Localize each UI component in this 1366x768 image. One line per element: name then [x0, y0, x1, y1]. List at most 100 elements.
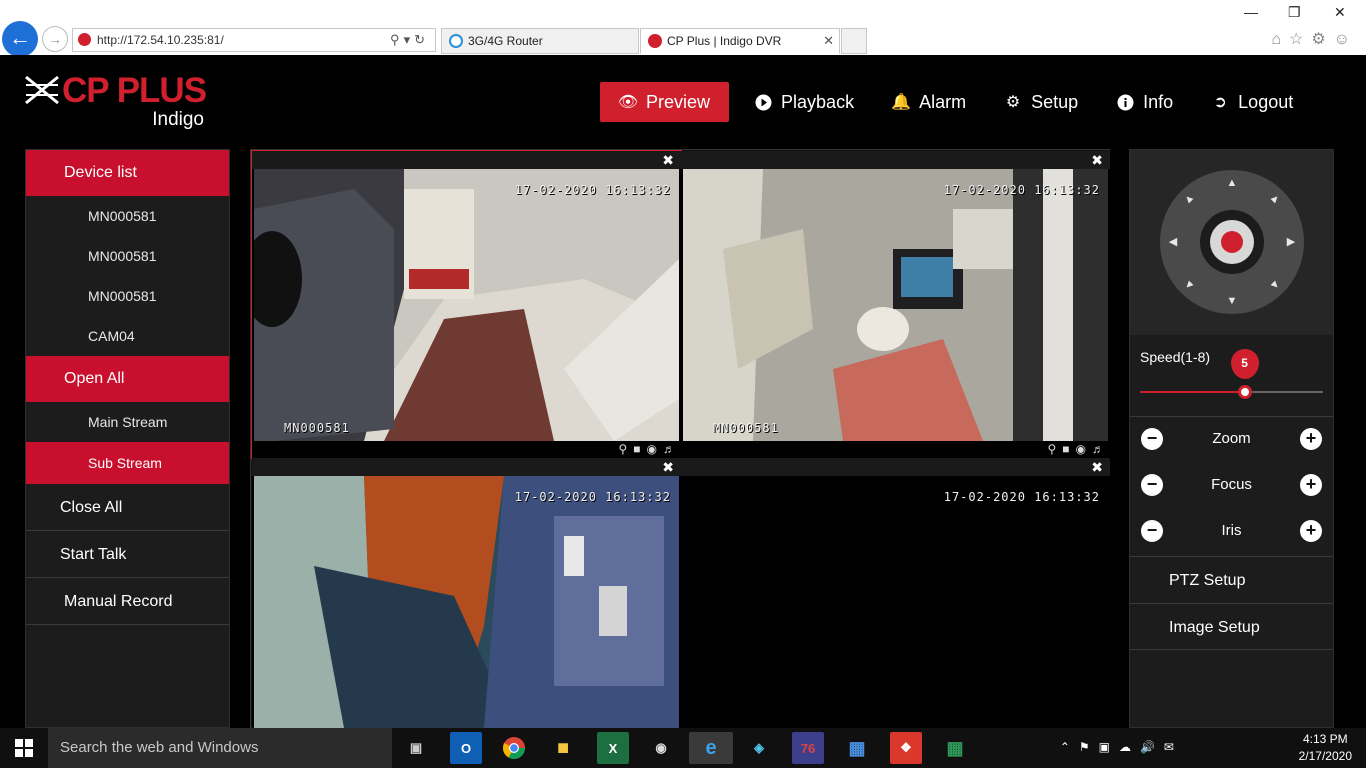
- speed-value-badge: 5: [1230, 349, 1259, 379]
- app-icon-3[interactable]: ▦: [841, 732, 873, 764]
- camera-label: MN000581: [713, 421, 779, 435]
- anydesk-icon[interactable]: ❖: [890, 732, 922, 764]
- close-all-button[interactable]: Close All: [26, 484, 229, 531]
- play-circle-icon: [754, 93, 772, 111]
- ptz-setup-button[interactable]: PTZ Setup: [1130, 556, 1333, 603]
- outlook-icon[interactable]: O: [450, 732, 482, 764]
- arrow-up-icon[interactable]: ▲: [1225, 176, 1239, 190]
- clock-date: 2/17/2020: [1298, 749, 1352, 763]
- start-button[interactable]: [0, 728, 48, 768]
- bell-icon: 🔔: [891, 94, 912, 111]
- ptz-center-core: [1210, 220, 1254, 264]
- focus-minus-button[interactable]: −: [1141, 474, 1163, 496]
- new-tab-button[interactable]: [841, 28, 867, 54]
- sub-stream-option[interactable]: Sub Stream: [26, 442, 229, 484]
- arrow-up-left-icon[interactable]: ▲: [1179, 189, 1199, 209]
- nav-logout[interactable]: ➲ Logout: [1192, 82, 1312, 122]
- site-favicon-icon: [78, 33, 91, 46]
- video-cell[interactable]: ✖ 17-02-2020 16:13:32 MN000581 ⚲ ■ ◉ ♬: [251, 150, 682, 459]
- close-icon[interactable]: ✖: [662, 458, 674, 476]
- zoom-icon[interactable]: ⚲: [1047, 442, 1056, 456]
- audio-icon[interactable]: ♬: [663, 442, 675, 456]
- nav-playback[interactable]: Playback: [735, 82, 873, 122]
- camera-timestamp: 17-02-2020 16:13:32: [943, 183, 1100, 197]
- nav-alarm[interactable]: 🔔 Alarm: [873, 82, 985, 122]
- info-icon: [1116, 93, 1134, 111]
- device-item[interactable]: MN000581: [26, 276, 229, 316]
- eye-icon: 👁: [617, 94, 639, 111]
- camera-feed: 17-02-2020 16:13:32 MN000581: [683, 169, 1108, 441]
- zoom-icon[interactable]: ⚲: [618, 442, 627, 456]
- excel-icon[interactable]: X: [597, 732, 629, 764]
- iris-plus-button[interactable]: +: [1300, 520, 1322, 542]
- minimize-icon[interactable]: —: [1244, 4, 1258, 20]
- forward-arrow-icon[interactable]: →: [42, 26, 68, 52]
- tab-dvr[interactable]: CP Plus | Indigo DVR ✕: [640, 28, 840, 54]
- brand-logo: CP PLUS Indigo: [24, 71, 214, 131]
- zoom-out-button[interactable]: −: [1141, 428, 1163, 450]
- address-bar[interactable]: http://172.54.10.235:81/ ⚲▾↻: [72, 28, 436, 52]
- image-setup-button[interactable]: Image Setup: [1130, 603, 1333, 650]
- nav-preview[interactable]: 👁 Preview: [600, 82, 730, 122]
- manual-record-button[interactable]: Manual Record: [26, 578, 229, 625]
- camera-feed: 17-02-2020 16:13:32: [683, 476, 1108, 728]
- task-view-icon[interactable]: ▣: [400, 732, 432, 764]
- snapshot-icon[interactable]: ◉: [1076, 442, 1086, 456]
- app-icon-1[interactable]: ◈: [743, 732, 775, 764]
- audio-icon[interactable]: ♬: [1092, 442, 1104, 456]
- restore-icon[interactable]: ❐: [1288, 4, 1301, 21]
- device-item[interactable]: CAM04: [26, 316, 229, 356]
- app-icon-2[interactable]: 76: [792, 732, 824, 764]
- camera-feed: 17-02-2020 16:13:32: [254, 476, 679, 728]
- arrow-down-right-icon[interactable]: ▲: [1265, 275, 1285, 295]
- record-icon[interactable]: ■: [633, 442, 640, 456]
- cell-header: [681, 151, 1110, 169]
- nav-info[interactable]: Info: [1097, 82, 1192, 122]
- focus-plus-button[interactable]: +: [1300, 474, 1322, 496]
- main-stream-option[interactable]: Main Stream: [26, 402, 229, 442]
- video-cell[interactable]: ✖ 17-02-2020 16:13:32: [681, 458, 1110, 728]
- arrow-right-icon[interactable]: ▶: [1284, 235, 1298, 249]
- ptz-ring[interactable]: ▲ ▼ ◀ ▶ ▲ ▲ ▲ ▲: [1160, 170, 1304, 314]
- open-all-button[interactable]: Open All: [26, 356, 229, 402]
- speed-handle[interactable]: [1237, 385, 1252, 399]
- app-icon-4[interactable]: ▦: [939, 732, 971, 764]
- ie-favicon-icon: [449, 34, 463, 48]
- video-cell[interactable]: ✖ 17-02-2020 16:13:32: [252, 458, 681, 728]
- tab-router[interactable]: 3G/4G Router: [441, 28, 639, 54]
- record-icon[interactable]: ■: [1062, 442, 1069, 456]
- internet-explorer-icon[interactable]: e: [689, 732, 733, 764]
- tray-icons[interactable]: ⌃⚑▣☁🔊✉: [1060, 740, 1183, 754]
- chrome-icon[interactable]: [498, 732, 530, 764]
- close-icon[interactable]: ✖: [1091, 458, 1103, 476]
- close-tab-icon[interactable]: ✕: [823, 29, 834, 53]
- home-favorites-settings-icons[interactable]: ⌂☆⚙☺: [1271, 29, 1358, 49]
- close-icon[interactable]: ✖: [1091, 151, 1103, 169]
- video-grid: ✖ 17-02-2020 16:13:32 MN000581 ⚲ ■ ◉ ♬ ✖…: [250, 149, 1110, 728]
- search-refresh-icon[interactable]: ⚲▾↻: [390, 29, 429, 51]
- arrow-down-icon[interactable]: ▼: [1225, 294, 1239, 308]
- nav-label: Info: [1143, 91, 1174, 112]
- brand-product: Indigo: [152, 109, 204, 130]
- close-window-icon[interactable]: ✕: [1334, 4, 1346, 21]
- back-arrow-icon[interactable]: ←: [2, 21, 38, 57]
- arrow-down-left-icon[interactable]: ▲: [1179, 275, 1199, 295]
- device-item[interactable]: MN000581: [26, 196, 229, 236]
- start-talk-button[interactable]: Start Talk: [26, 531, 229, 578]
- device-item[interactable]: MN000581: [26, 236, 229, 276]
- arrow-up-right-icon[interactable]: ▲: [1265, 189, 1285, 209]
- taskbar-search[interactable]: Search the web and Windows: [48, 728, 392, 768]
- speed-slider[interactable]: 5: [1140, 349, 1323, 399]
- device-list-header[interactable]: Device list: [26, 150, 229, 196]
- paint-icon[interactable]: ◉: [645, 732, 677, 764]
- arrow-left-icon[interactable]: ◀: [1166, 235, 1180, 249]
- iris-minus-button[interactable]: −: [1141, 520, 1163, 542]
- close-icon[interactable]: ✖: [662, 151, 674, 169]
- file-explorer-icon[interactable]: ■: [547, 732, 579, 764]
- ptz-center[interactable]: [1200, 210, 1264, 274]
- snapshot-icon[interactable]: ◉: [647, 442, 657, 456]
- clock[interactable]: 4:13 PM 2/17/2020: [1299, 731, 1352, 765]
- nav-setup[interactable]: ⚙ Setup: [985, 82, 1097, 122]
- video-cell[interactable]: ✖ 17-02-2020 16:13:32 MN000581 ⚲ ■ ◉ ♬: [681, 151, 1110, 458]
- zoom-in-button[interactable]: +: [1300, 428, 1322, 450]
